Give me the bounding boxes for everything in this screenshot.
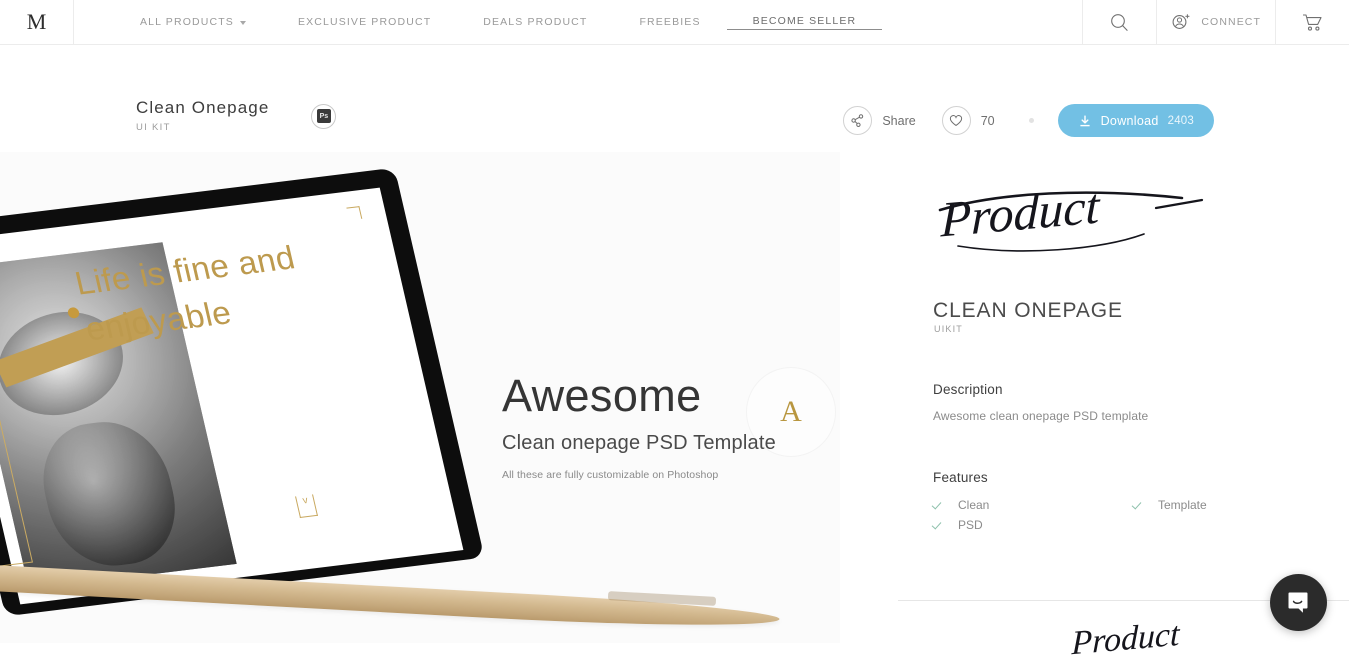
check-icon bbox=[933, 499, 945, 511]
product-title-block: Clean Onepage UI KIT bbox=[136, 98, 269, 133]
like-count: 70 bbox=[981, 114, 995, 128]
download-icon bbox=[1078, 114, 1092, 128]
features-section: Features Clean Template PSD bbox=[933, 470, 1253, 532]
nav-item-label: DEALS PRODUCT bbox=[483, 16, 587, 28]
product-titlebar: Clean Onepage UI KIT Ps Share 70 bbox=[0, 45, 1349, 152]
feature-item: PSD bbox=[933, 518, 1133, 532]
share-icon bbox=[851, 114, 864, 127]
product-preview[interactable]: Life is fine and enjoyable v A Awesome C… bbox=[0, 152, 840, 643]
feature-item: Template bbox=[1133, 498, 1333, 512]
feature-label: PSD bbox=[958, 518, 983, 532]
check-icon bbox=[1133, 499, 1145, 511]
share-label: Share bbox=[882, 114, 915, 128]
download-count: 2403 bbox=[1168, 115, 1194, 127]
photoshop-icon: Ps bbox=[317, 109, 331, 123]
nav-item-label: ALL PRODUCTS bbox=[140, 16, 234, 28]
photoshop-badge: Ps bbox=[311, 104, 336, 129]
search-button[interactable] bbox=[1082, 0, 1156, 44]
chat-launcher-button[interactable] bbox=[1270, 574, 1327, 631]
logo[interactable]: M bbox=[0, 0, 74, 44]
brand-wordmark: Product bbox=[930, 184, 1240, 254]
download-button[interactable]: Download 2403 bbox=[1058, 104, 1214, 137]
description-section: Description Awesome clean onepage PSD te… bbox=[933, 382, 1148, 423]
download-label: Download bbox=[1101, 114, 1159, 128]
chevron-down-icon bbox=[240, 21, 246, 25]
separator-dot bbox=[1029, 118, 1034, 123]
detail-subtitle: UIKIT bbox=[934, 324, 963, 334]
nav-item-label: EXCLUSIVE PRODUCT bbox=[298, 16, 431, 28]
description-text: Awesome clean onepage PSD template bbox=[933, 409, 1148, 423]
brand-wordmark-secondary: Product bbox=[1065, 620, 1265, 660]
feature-item: Clean bbox=[933, 498, 1133, 512]
laptop-screen: Life is fine and enjoyable v bbox=[0, 188, 463, 605]
site-header: M ALL PRODUCTS EXCLUSIVE PRODUCT DEALS P… bbox=[0, 0, 1349, 45]
check-icon bbox=[933, 519, 945, 531]
product-script-logo: Product bbox=[930, 184, 1230, 254]
features-heading: Features bbox=[933, 470, 1253, 485]
nav-item-become-seller[interactable]: BECOME SELLER bbox=[727, 15, 883, 30]
share-button[interactable] bbox=[843, 106, 872, 135]
nav-item-freebies[interactable]: FREEBIES bbox=[613, 16, 726, 28]
nav-item-all-products[interactable]: ALL PRODUCTS bbox=[114, 16, 272, 28]
product-detail-panel: Product CLEAN ONEPAGE UIKIT Description … bbox=[840, 152, 1349, 643]
search-icon bbox=[1110, 13, 1129, 32]
product-title-group: Clean Onepage UI KIT Ps bbox=[136, 98, 336, 133]
nav-item-label: BECOME SELLER bbox=[753, 15, 857, 27]
shopping-cart-icon bbox=[1302, 13, 1323, 32]
feature-label: Template bbox=[1158, 498, 1207, 512]
brand-wordmark-secondary-text: Product bbox=[1070, 620, 1181, 660]
page-subtitle: UI KIT bbox=[136, 122, 269, 133]
page-title: Clean Onepage bbox=[136, 98, 269, 118]
screen-heading: Life is fine and enjoyable bbox=[70, 226, 381, 353]
product-script-logo-secondary: Product bbox=[1065, 620, 1265, 660]
product-actions: Share 70 Download 2403 bbox=[843, 104, 1214, 137]
hero-title: Awesome bbox=[502, 372, 776, 419]
chat-bubble-icon bbox=[1285, 589, 1312, 616]
features-grid: Clean Template PSD bbox=[933, 498, 1253, 532]
hero-note: All these are fully customizable on Phot… bbox=[502, 469, 776, 481]
nav-item-exclusive-product[interactable]: EXCLUSIVE PRODUCT bbox=[272, 16, 457, 28]
corner-mark-bottom-icon: v bbox=[295, 494, 318, 518]
user-add-icon bbox=[1171, 13, 1192, 32]
author-badge-letter: A bbox=[780, 395, 802, 429]
connect-label: CONNECT bbox=[1201, 16, 1261, 28]
description-heading: Description bbox=[933, 382, 1148, 397]
feature-label: Clean bbox=[958, 498, 989, 512]
nav-item-deals-product[interactable]: DEALS PRODUCT bbox=[457, 16, 613, 28]
preview-hero-copy: Awesome Clean onepage PSD Template All t… bbox=[502, 372, 776, 481]
detail-title: CLEAN ONEPAGE bbox=[933, 299, 1123, 323]
heart-icon bbox=[949, 114, 963, 127]
main-navigation: ALL PRODUCTS EXCLUSIVE PRODUCT DEALS PRO… bbox=[74, 0, 1082, 44]
cart-button[interactable] bbox=[1275, 0, 1349, 44]
hero-subtitle: Clean onepage PSD Template bbox=[502, 432, 776, 455]
nav-item-label: FREEBIES bbox=[639, 16, 700, 28]
like-button[interactable] bbox=[942, 106, 971, 135]
connect-button[interactable]: CONNECT bbox=[1156, 0, 1275, 44]
logo-mark: M bbox=[27, 11, 47, 33]
corner-mark-icon bbox=[346, 206, 362, 220]
